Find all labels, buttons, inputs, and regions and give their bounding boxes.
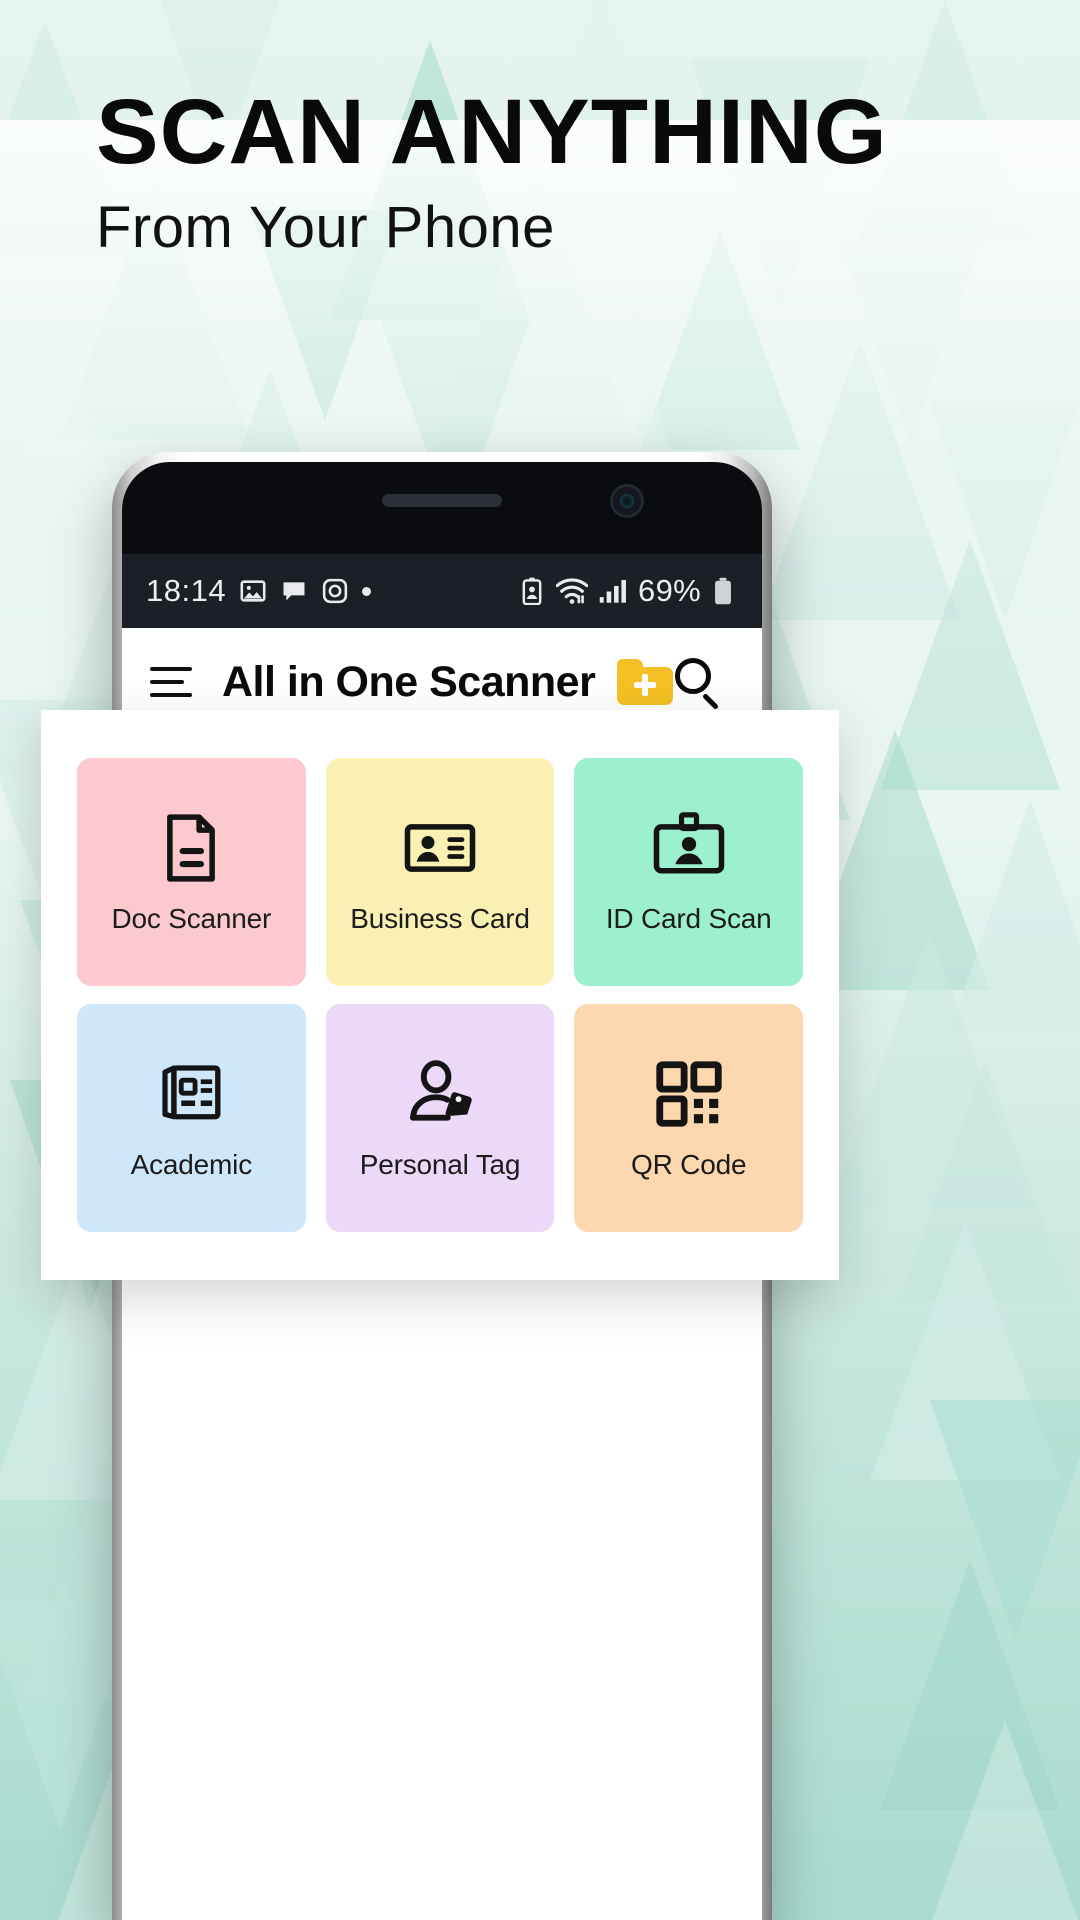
id-badge-icon — [650, 809, 728, 887]
phone-top-bezel — [122, 462, 762, 554]
tool-tile-doc-scanner[interactable]: Doc Scanner — [77, 758, 306, 986]
search-icon — [673, 656, 725, 710]
tool-tile-qr-code[interactable]: QR Code — [574, 1004, 803, 1232]
promo-subheadline: From Your Phone — [96, 195, 555, 260]
search-button[interactable] — [673, 656, 725, 710]
tool-tile-label: ID Card Scan — [605, 903, 772, 934]
earpiece-speaker — [382, 494, 502, 507]
tool-tile-business-card[interactable]: Business Card — [325, 758, 555, 986]
promo-headline: SCAN ANYTHING — [96, 81, 888, 183]
status-bar-right: 69% — [519, 573, 734, 609]
battery-percent: 69% — [638, 573, 701, 608]
folder-add-icon[interactable] — [617, 659, 674, 705]
person-tag-icon — [401, 1055, 479, 1133]
notification-dot-icon — [362, 586, 372, 596]
overflow-menu-icon — [749, 656, 762, 708]
front-camera — [610, 484, 644, 518]
tool-tile-label: Personal Tag — [359, 1149, 521, 1180]
messages-icon — [280, 577, 308, 605]
app-title: All in One Scanner — [222, 657, 596, 706]
tool-tile-label: QR Code — [631, 1149, 747, 1180]
promo-text-block: SCAN ANYTHING From Your Phone — [0, 86, 1080, 259]
battery-icon — [712, 577, 734, 605]
wifi-icon — [556, 577, 589, 605]
photos-icon — [239, 577, 267, 605]
tool-tile-label: Business Card — [350, 903, 530, 934]
tool-tile-personal-tag[interactable]: Personal Tag — [325, 1004, 555, 1232]
status-time: 18:14 — [146, 573, 227, 608]
instagram-icon — [321, 577, 349, 605]
tool-tile-label: Academic — [130, 1149, 253, 1180]
newspaper-icon — [152, 1055, 230, 1133]
qr-code-icon — [650, 1055, 728, 1133]
tools-grid: Doc Scanner Business Card ID Card Scan Acad… — [41, 710, 839, 1280]
status-bar-left: 18:14 — [146, 573, 372, 609]
tool-tile-label: Doc Scanner — [111, 903, 272, 934]
overflow-menu-button[interactable] — [749, 656, 762, 708]
tool-tile-id-card-scan[interactable]: ID Card Scan — [574, 758, 803, 986]
hamburger-menu-icon[interactable] — [150, 667, 196, 697]
tool-tile-academic[interactable]: Academic — [77, 1004, 306, 1232]
status-bar: 18:14 69% — [122, 554, 762, 628]
battery-saver-icon — [519, 577, 545, 605]
document-icon — [152, 809, 230, 887]
tools-card: Doc Scanner Business Card ID Card Scan Acad… — [41, 710, 839, 1280]
signal-bars-icon — [599, 578, 627, 604]
business-card-icon — [401, 809, 479, 887]
promo-screenshot: SCAN ANYTHING From Your Phone 18:14 69% … — [0, 0, 1080, 1920]
